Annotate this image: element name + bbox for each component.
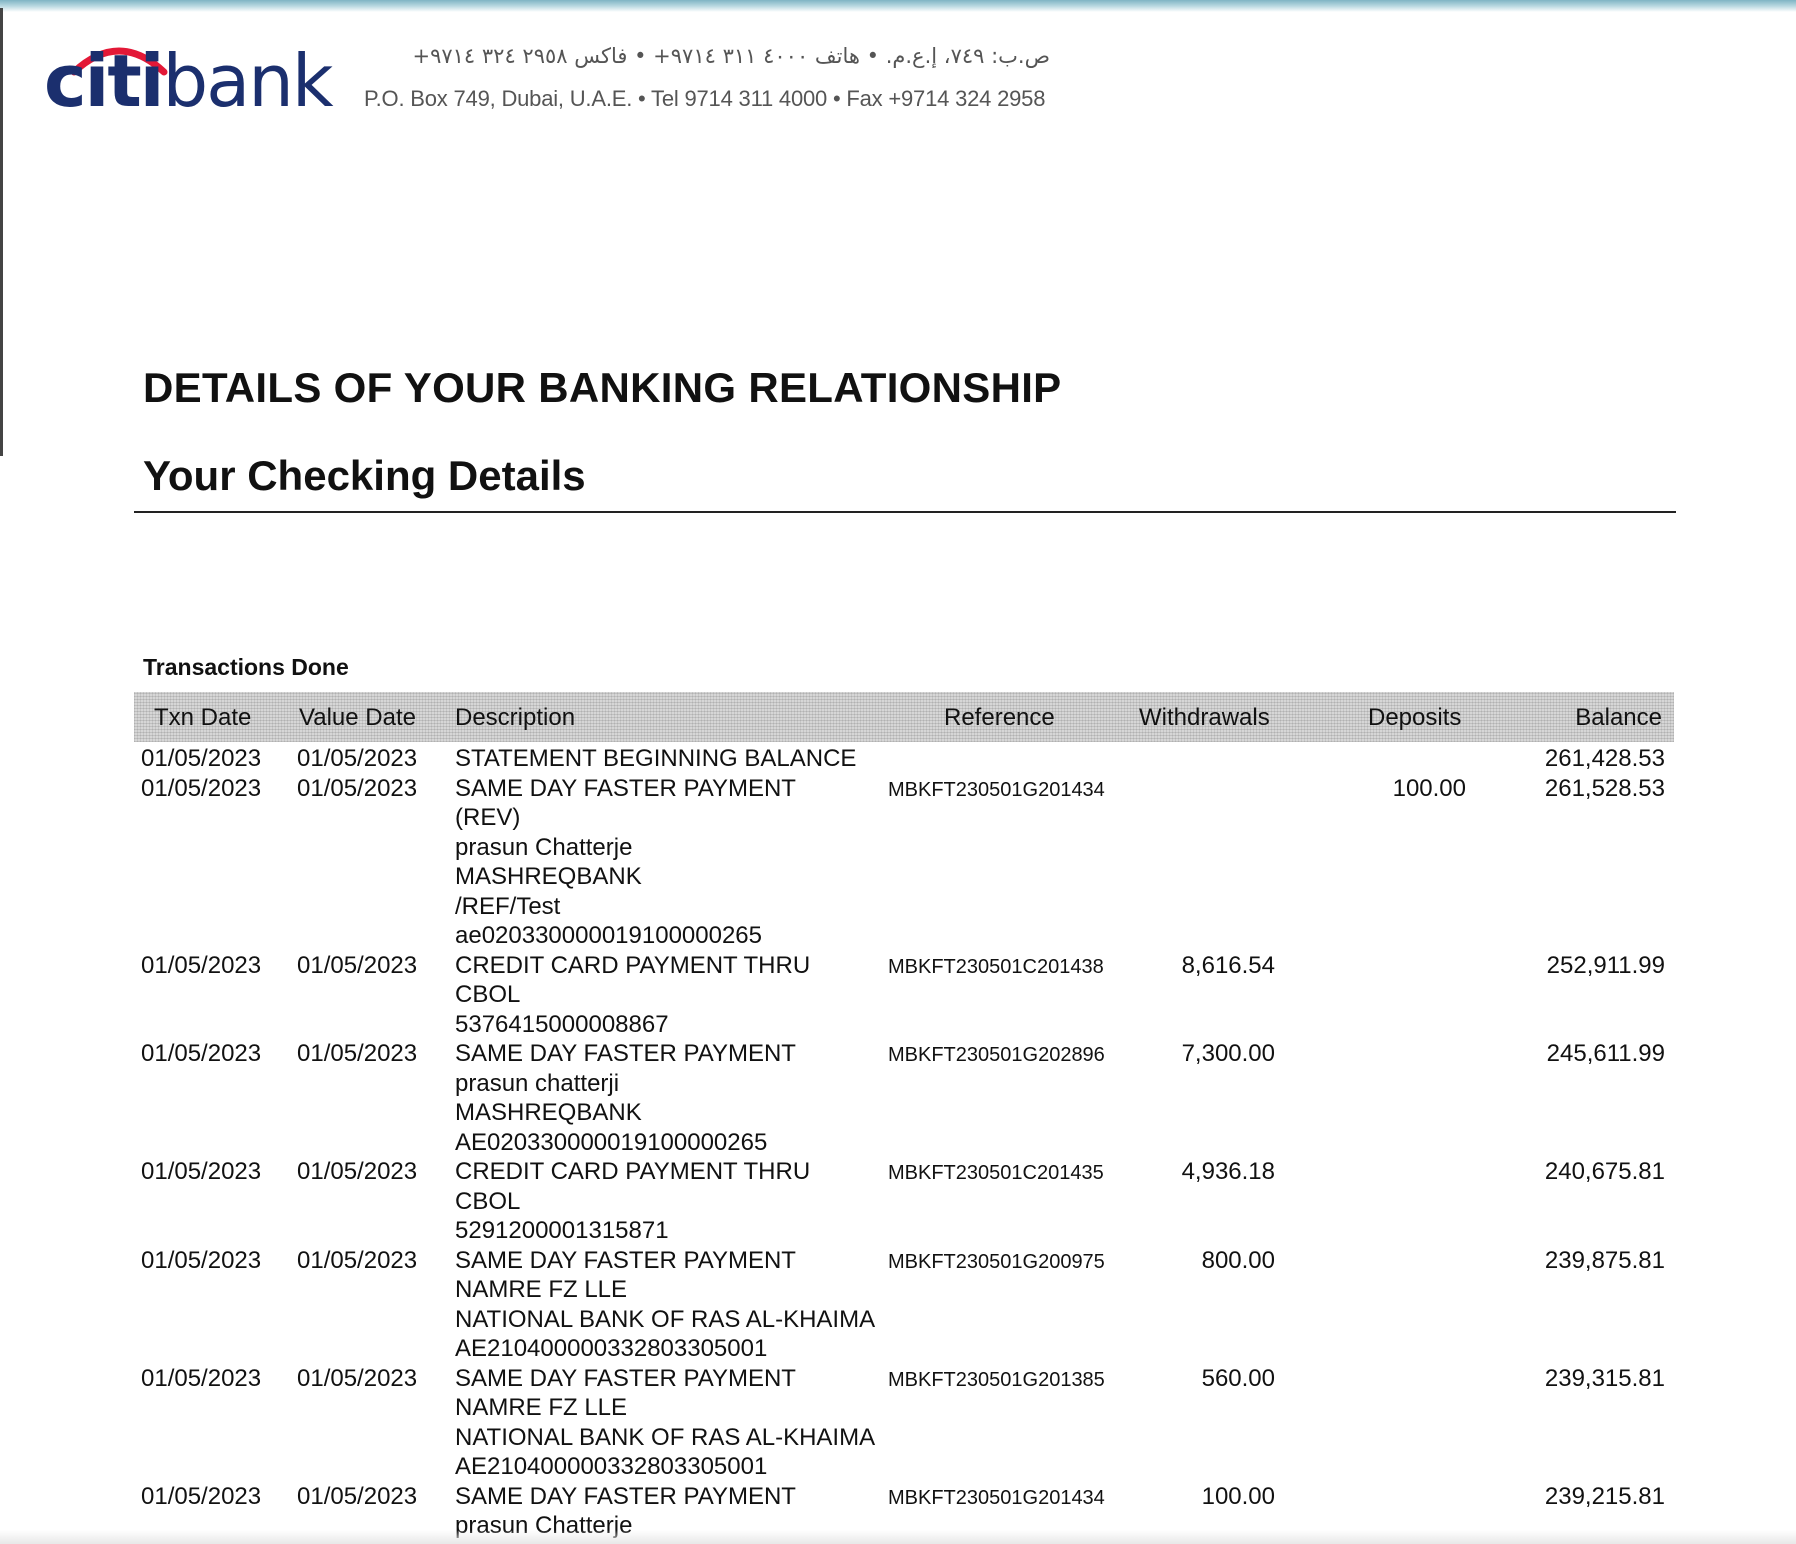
balance-cell: 239,215.81 xyxy=(1544,1482,1665,1510)
col-balance: Balance xyxy=(1575,704,1662,731)
table-row: 01/05/2023 01/05/2023 CREDIT CARD PAYMENT … xyxy=(0,1157,1796,1246)
description-line: CBOL xyxy=(455,1187,521,1215)
col-reference: Reference xyxy=(944,704,1055,731)
description-line: /REF/Test xyxy=(455,892,561,920)
description-line: SAME DAY FASTER PAYMENT xyxy=(455,1040,796,1067)
withdrawal-cell: 4,936.18 xyxy=(1181,1158,1275,1185)
description-line: MASHREQBANK xyxy=(455,1099,642,1126)
txn-date-cell: 01/05/2023 xyxy=(141,1364,262,1392)
col-value-date: Value Date xyxy=(299,704,416,731)
value-date-cell: 01/05/2023 xyxy=(297,1482,418,1510)
value-date-cell: 01/05/2023 xyxy=(297,1364,418,1392)
description-line: SAME DAY FASTER PAYMENT xyxy=(455,1482,796,1510)
value-date-cell: 01/05/2023 xyxy=(297,1158,418,1185)
table-row: 01/05/2023 01/05/2023 CREDIT CARD PAYMENT … xyxy=(0,951,1796,1040)
balance-cell: 261,528.53 xyxy=(1544,774,1665,802)
balance-cell: 261,428.53 xyxy=(1544,745,1665,772)
balance-cell: 239,875.81 xyxy=(1544,1246,1665,1274)
section-title: Your Checking Details xyxy=(143,452,586,499)
reference-cell: MBKFT230501C201435 xyxy=(888,1162,1104,1184)
address-english: P.O. Box 749, Dubai, U.A.E. • Tel 9714 3… xyxy=(364,86,1046,111)
statement-page: citibank ص.ب: ٧٤٩، إ.ع.م. • هاتف ٤٠٠٠ ٣١… xyxy=(0,0,1796,1544)
table-row: 01/05/2023 01/05/2023 STATEMENT BEGINNING … xyxy=(0,744,1796,774)
description-line: NATIONAL BANK OF RAS AL-KHAIMA xyxy=(455,1305,876,1333)
description-line: NAMRE FZ LLE xyxy=(455,1276,628,1303)
address-arabic: ص.ب: ٧٤٩، إ.ع.م. • هاتف ٤٠٠٠ ٣١١ ٩٧١٤+ •… xyxy=(412,44,1050,68)
description-line: STATEMENT BEGINNING BALANCE xyxy=(455,745,857,772)
txn-date-cell: 01/05/2023 xyxy=(141,774,262,802)
description-line: SAME DAY FASTER PAYMENT xyxy=(455,774,796,802)
balance-cell: 239,315.81 xyxy=(1544,1364,1665,1392)
description-line: CREDIT CARD PAYMENT THRU xyxy=(455,951,811,979)
description-cell: STATEMENT BEGINNING BALANCE xyxy=(455,744,856,774)
col-withdrawals: Withdrawals xyxy=(1139,704,1270,731)
reference-cell: MBKFT230501C201438 xyxy=(888,955,1104,978)
reference-cell: MBKFT230501G201434 xyxy=(888,1486,1105,1509)
withdrawal-cell: 800.00 xyxy=(1201,1246,1275,1274)
bottom-edge xyxy=(0,1530,1796,1544)
citibank-logo: citibank xyxy=(44,28,334,123)
reference-cell: MBKFT230501G201385 xyxy=(888,1368,1105,1391)
deposit-cell: 100.00 xyxy=(1392,774,1466,802)
balance-cell: 240,675.81 xyxy=(1544,1158,1665,1185)
description-line: ae020330000019100000265 xyxy=(455,922,762,949)
description-cell: CREDIT CARD PAYMENT THRU CBOL 537641500000… xyxy=(455,951,810,1040)
description-line: prasun Chatterje xyxy=(455,833,633,861)
value-date-cell: 01/05/2023 xyxy=(297,774,418,802)
title-divider xyxy=(134,511,1676,513)
description-cell: CREDIT CARD PAYMENT THRU CBOL 529120000131… xyxy=(455,1157,810,1246)
transactions-table-header: Txn Date Value Date Description Referenc… xyxy=(134,692,1674,742)
transactions-label: Transactions Done xyxy=(143,654,349,680)
description-line: SAME DAY FASTER PAYMENT xyxy=(455,1246,796,1274)
description-line: 5376415000008867 xyxy=(455,1010,669,1038)
withdrawal-cell: 7,300.00 xyxy=(1181,1040,1275,1067)
transactions-table-body: 01/05/2023 01/05/2023 STATEMENT BEGINNING … xyxy=(0,744,1796,1541)
description-line: MASHREQBANK xyxy=(455,863,642,890)
withdrawal-cell: 100.00 xyxy=(1201,1482,1275,1510)
withdrawal-cell: 560.00 xyxy=(1201,1364,1275,1392)
txn-date-cell: 01/05/2023 xyxy=(141,745,262,772)
description-line: NATIONAL BANK OF RAS AL-KHAIMA xyxy=(455,1423,876,1451)
description-line: AE020330000019100000265 xyxy=(455,1128,768,1156)
balance-cell: 252,911.99 xyxy=(1546,951,1665,979)
table-row: 01/05/2023 01/05/2023 SAME DAY FASTER PAYM… xyxy=(0,1246,1796,1364)
description-line: prasun chatterji xyxy=(455,1069,620,1097)
table-row: 01/05/2023 01/05/2023 SAME DAY FASTER PAYM… xyxy=(0,774,1796,951)
value-date-cell: 01/05/2023 xyxy=(297,1040,418,1067)
txn-date-cell: 01/05/2023 xyxy=(141,1158,262,1185)
logo-wordmark: citibank xyxy=(44,39,334,123)
description-cell: SAME DAY FASTER PAYMENT (REV) prasun Chatt… xyxy=(455,774,796,951)
table-row: 01/05/2023 01/05/2023 SAME DAY FASTER PAYM… xyxy=(0,1039,1796,1157)
value-date-cell: 01/05/2023 xyxy=(297,951,418,979)
txn-date-cell: 01/05/2023 xyxy=(141,1482,262,1510)
description-line: 5291200001315871 xyxy=(455,1217,669,1244)
value-date-cell: 01/05/2023 xyxy=(297,745,418,772)
col-deposits: Deposits xyxy=(1368,704,1462,731)
txn-date-cell: 01/05/2023 xyxy=(141,951,262,979)
description-line: (REV) xyxy=(455,804,521,831)
reference-cell: MBKFT230501G200975 xyxy=(888,1250,1105,1273)
description-cell: SAME DAY FASTER PAYMENT NAMRE FZ LLE NATIO… xyxy=(455,1364,875,1482)
description-cell: SAME DAY FASTER PAYMENT prasun chatterji M… xyxy=(455,1039,796,1157)
description-cell: SAME DAY FASTER PAYMENT NAMRE FZ LLE NATIO… xyxy=(455,1246,875,1364)
col-txn-date: Txn Date xyxy=(154,704,252,731)
col-description: Description xyxy=(455,704,576,731)
table-row: 01/05/2023 01/05/2023 SAME DAY FASTER PAYM… xyxy=(0,1364,1796,1482)
txn-date-cell: 01/05/2023 xyxy=(141,1040,262,1067)
description-line: CBOL xyxy=(455,981,521,1008)
description-line: NAMRE FZ LLE xyxy=(455,1394,628,1421)
reference-cell: MBKFT230501G202896 xyxy=(888,1044,1105,1066)
description-line: SAME DAY FASTER PAYMENT xyxy=(455,1364,796,1392)
page-title: DETAILS OF YOUR BANKING RELATIONSHIP xyxy=(143,364,1062,411)
description-line: CREDIT CARD PAYMENT THRU xyxy=(455,1158,811,1185)
reference-cell: MBKFT230501G201434 xyxy=(888,778,1105,801)
description-line: AE210400000332803305001 xyxy=(455,1335,768,1362)
txn-date-cell: 01/05/2023 xyxy=(141,1246,262,1274)
value-date-cell: 01/05/2023 xyxy=(297,1246,418,1274)
description-line: AE210400000332803305001 xyxy=(455,1453,768,1480)
balance-cell: 245,611.99 xyxy=(1546,1040,1665,1067)
withdrawal-cell: 8,616.54 xyxy=(1181,951,1275,979)
